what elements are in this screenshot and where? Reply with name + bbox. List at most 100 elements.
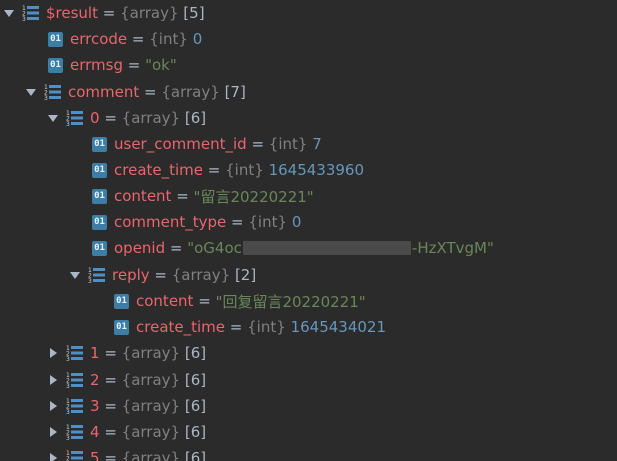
var-name: 0	[90, 109, 100, 127]
var-name: openid	[114, 239, 166, 257]
tree-row-errcode[interactable]: 01 errcode = {int} 0	[0, 26, 617, 52]
primitive-icon: 01	[48, 57, 63, 73]
var-type: {int}	[149, 30, 188, 48]
var-value: "留言20220221"	[193, 187, 314, 206]
primitive-icon: 01	[48, 31, 63, 47]
equals-sign: =	[225, 318, 248, 336]
var-count: [7]	[224, 83, 246, 101]
var-type: {array}	[161, 83, 220, 101]
tree-row-comment[interactable]: comment = {array} [7]	[0, 79, 617, 105]
equals-sign: =	[139, 83, 162, 101]
equals-sign: =	[165, 239, 188, 257]
var-name: user_comment_id	[114, 135, 247, 153]
equals-sign: =	[149, 266, 172, 284]
equals-sign: =	[127, 30, 150, 48]
primitive-icon: 01	[114, 293, 129, 309]
expanded-arrow-icon[interactable]	[2, 6, 16, 20]
collapsed-arrow-icon[interactable]	[46, 346, 60, 360]
equals-sign: =	[99, 344, 122, 362]
var-type: {array}	[121, 397, 181, 415]
var-type: {array}	[121, 423, 181, 441]
var-type: {int}	[268, 135, 308, 153]
debugger-variables-tree: $result = {array} [5] 01 errcode = {int}…	[0, 0, 617, 461]
equals-sign: =	[122, 56, 146, 74]
var-value: "回复留言20220221"	[215, 292, 366, 311]
var-type: {int}	[248, 213, 288, 231]
equals-sign: =	[203, 161, 226, 179]
array-icon	[66, 109, 84, 127]
expanded-arrow-icon[interactable]	[68, 268, 82, 282]
tree-row-comment-4[interactable]: 4 = {array} [6]	[0, 419, 617, 445]
collapsed-arrow-icon[interactable]	[46, 373, 60, 387]
equals-sign: =	[193, 292, 216, 310]
tree-row-comment-1[interactable]: 1 = {array} [6]	[0, 340, 617, 366]
var-name: reply	[112, 266, 150, 284]
tree-row-comment-3[interactable]: 3 = {array} [6]	[0, 393, 617, 419]
tree-row-reply-create-time[interactable]: 01 create_time = {int} 1645434021	[0, 314, 617, 340]
tree-row-comment-0[interactable]: 0 = {array} [6]	[0, 105, 617, 131]
equals-sign: =	[246, 135, 269, 153]
var-value: 0	[192, 30, 203, 48]
var-type: {array}	[121, 449, 181, 461]
tree-row-openid[interactable]: 01 openid = "oG4oc -HzXTvgM"	[0, 235, 617, 261]
array-icon	[88, 266, 106, 284]
equals-sign: =	[99, 423, 122, 441]
primitive-icon: 01	[92, 136, 107, 152]
tree-row-comment-type[interactable]: 01 comment_type = {int} 0	[0, 209, 617, 235]
var-name: comment_type	[114, 213, 227, 231]
var-name: content	[114, 187, 172, 205]
array-icon	[66, 344, 84, 362]
var-count: [6]	[184, 344, 207, 362]
var-count: [5]	[183, 4, 205, 22]
var-name: errmsg	[70, 56, 123, 74]
var-count: [2]	[234, 266, 257, 284]
var-count: [6]	[184, 397, 207, 415]
equals-sign: =	[99, 397, 122, 415]
equals-sign: =	[171, 187, 194, 205]
var-value: 1645433960	[268, 161, 364, 179]
var-count: [6]	[184, 449, 207, 461]
var-name: 5	[90, 449, 100, 461]
var-name: comment	[68, 83, 140, 101]
var-type: {array}	[121, 344, 181, 362]
var-value: 0	[291, 213, 302, 231]
var-value-end: -HzXTvgM"	[411, 239, 494, 257]
collapsed-arrow-icon[interactable]	[46, 399, 60, 413]
var-name: 1	[90, 344, 100, 362]
tree-row-reply-content[interactable]: 01 content = "回复留言20220221"	[0, 288, 617, 314]
var-type: {array}	[121, 109, 181, 127]
tree-row-comment-5[interactable]: 5 = {array} [6]	[0, 445, 617, 461]
primitive-icon: 01	[92, 214, 107, 230]
var-name: create_time	[136, 318, 226, 336]
tree-row-reply[interactable]: reply = {array} [2]	[0, 262, 617, 288]
array-icon	[66, 449, 84, 461]
tree-row-result[interactable]: $result = {array} [5]	[0, 0, 617, 26]
equals-sign: =	[99, 449, 122, 461]
collapsed-arrow-icon[interactable]	[46, 451, 60, 461]
tree-row-comment-2[interactable]: 2 = {array} [6]	[0, 367, 617, 393]
array-icon	[66, 397, 84, 415]
equals-sign: =	[97, 4, 121, 22]
tree-row-errmsg[interactable]: 01 errmsg = "ok"	[0, 52, 617, 78]
primitive-icon: 01	[114, 319, 129, 335]
var-name: errcode	[70, 30, 128, 48]
expanded-arrow-icon[interactable]	[46, 111, 60, 125]
var-type: {int}	[225, 161, 264, 179]
tree-row-user-comment-id[interactable]: 01 user_comment_id = {int} 7	[0, 131, 617, 157]
var-type: {int}	[247, 318, 286, 336]
expanded-arrow-icon[interactable]	[24, 85, 38, 99]
var-name: $result	[46, 4, 98, 22]
var-value: 7	[312, 135, 322, 153]
primitive-icon: 01	[92, 240, 107, 256]
array-icon	[66, 423, 84, 441]
array-icon	[66, 371, 84, 389]
var-count: [6]	[184, 423, 207, 441]
var-name: 4	[90, 423, 100, 441]
tree-row-content[interactable]: 01 content = "留言20220221"	[0, 183, 617, 209]
var-type: {array}	[121, 371, 181, 389]
var-count: [6]	[184, 371, 207, 389]
tree-row-create-time[interactable]: 01 create_time = {int} 1645433960	[0, 157, 617, 183]
array-icon	[44, 83, 62, 101]
equals-sign: =	[226, 213, 249, 231]
collapsed-arrow-icon[interactable]	[46, 425, 60, 439]
